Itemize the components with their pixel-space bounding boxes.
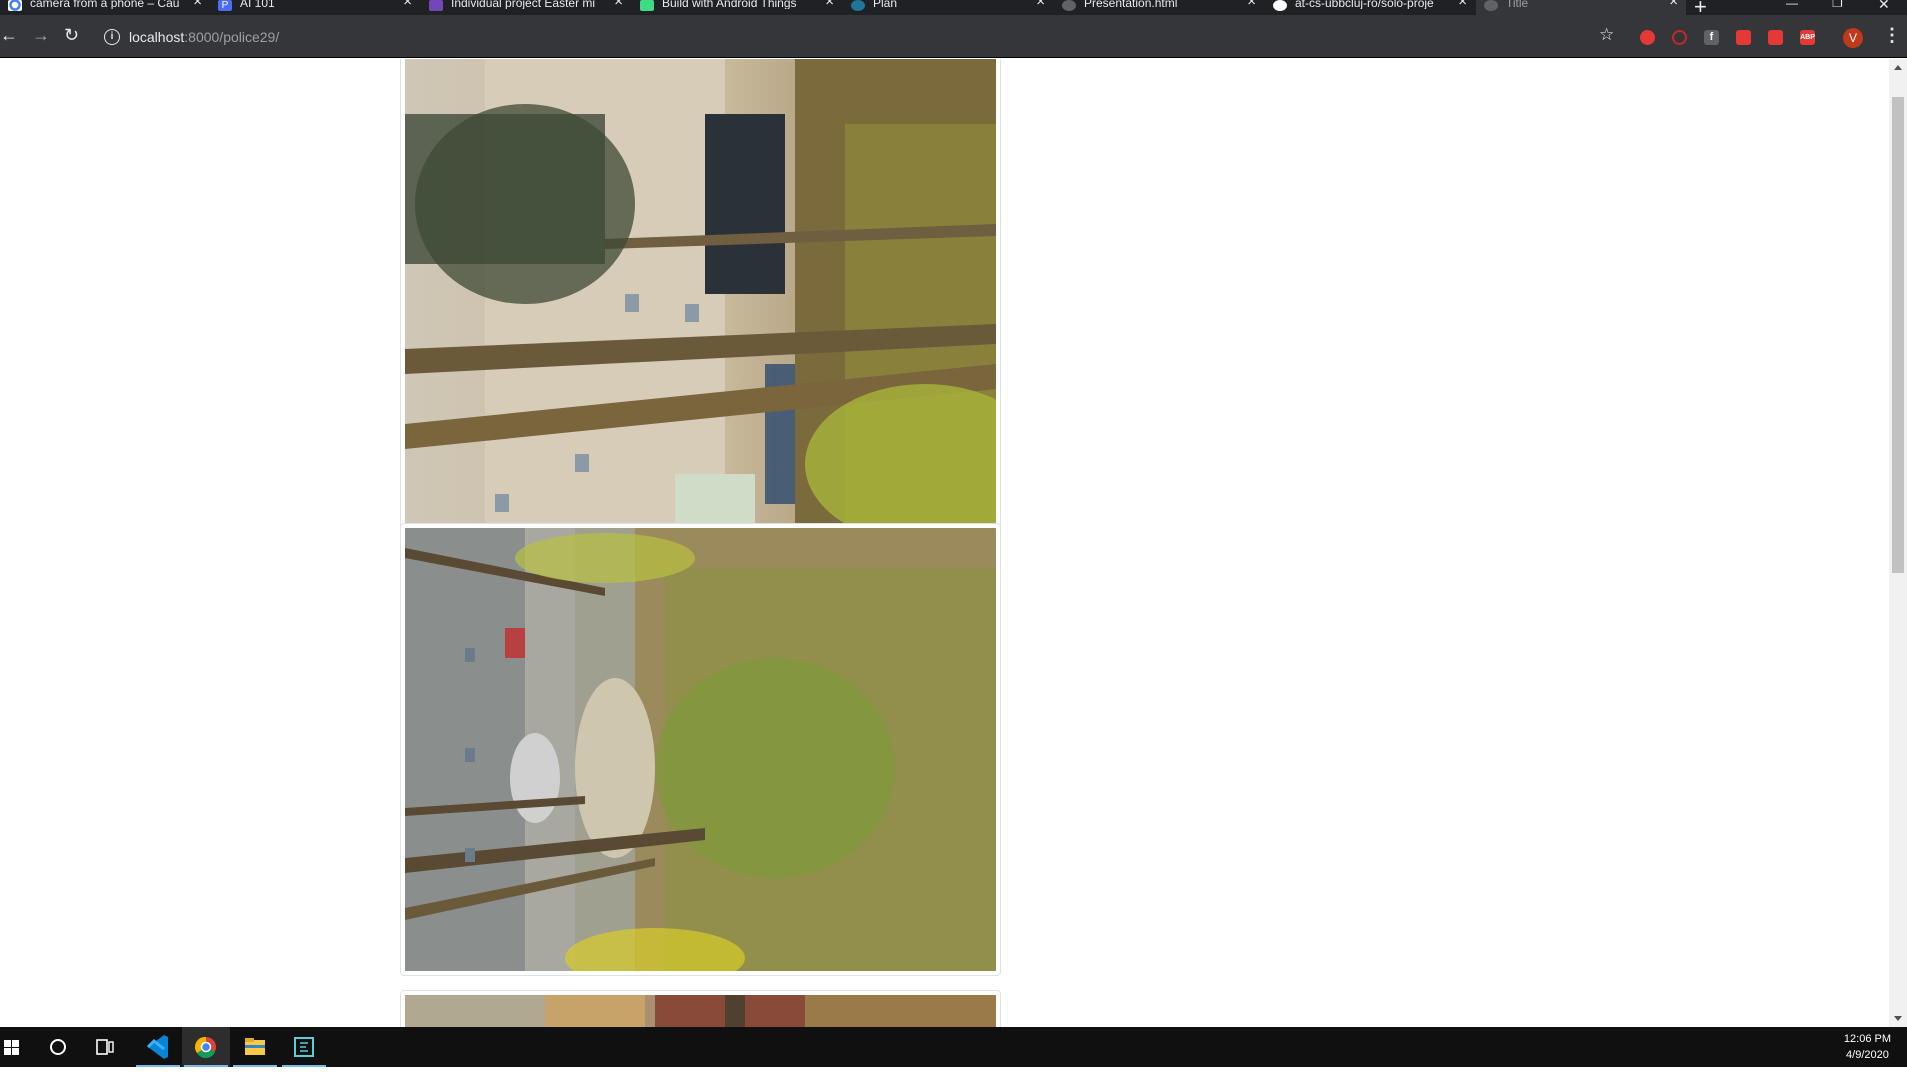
back-icon[interactable]: ← — [0, 25, 18, 45]
page-content — [0, 59, 1889, 1027]
tab-ai101[interactable]: P AI 101 × — [210, 0, 420, 15]
tab-plan[interactable]: Plan × — [843, 0, 1053, 15]
address-bar[interactable]: localhost:8000/police29/ — [129, 29, 279, 45]
close-icon[interactable]: × — [614, 0, 623, 9]
google-icon — [8, 0, 22, 11]
close-icon[interactable]: × — [1036, 0, 1045, 9]
wordpress-icon — [851, 0, 865, 11]
photo-card-2 — [400, 523, 1001, 976]
url-path: :8000/police29/ — [184, 29, 280, 45]
photo-2 — [405, 528, 996, 971]
file-explorer-icon[interactable] — [231, 1027, 279, 1067]
close-icon[interactable]: × — [403, 0, 412, 9]
adblock-extension-icon[interactable]: ABP — [1800, 30, 1815, 45]
tab-title-active[interactable]: Title × — [1476, 0, 1686, 15]
window-close-icon[interactable]: ✕ — [1878, 0, 1890, 13]
scroll-down-icon[interactable] — [1894, 1016, 1902, 1021]
page-scrollbar[interactable] — [1889, 59, 1907, 1027]
chrome-icon[interactable] — [182, 1027, 230, 1067]
photo-card-3 — [400, 990, 1001, 1027]
stop-extension-icon[interactable] — [1640, 30, 1655, 45]
tab-github[interactable]: at-cs-ubbcluj-ro/solo-proje × — [1265, 0, 1475, 15]
github-icon — [1273, 0, 1287, 11]
info-icon[interactable]: i — [104, 29, 120, 45]
minimize-icon[interactable]: — — [1786, 0, 1798, 10]
tab-presentation[interactable]: Presentation.html × — [1054, 0, 1264, 15]
system-clock[interactable]: 12:06 PM 4/9/2020 — [1844, 1031, 1891, 1063]
facebook-extension-icon[interactable]: f — [1704, 30, 1719, 45]
profile-avatar[interactable]: V — [1843, 28, 1863, 48]
tab-title: camera from a phone – Cau — [30, 0, 180, 9]
search-icon[interactable] — [38, 1027, 86, 1067]
scroll-up-icon[interactable] — [1894, 65, 1902, 70]
clock-time: 12:06 PM — [1843, 1033, 1891, 1045]
scroll-thumb[interactable] — [1892, 97, 1904, 573]
tab-title: Individual project Easter mi — [451, 0, 596, 9]
tab-camera[interactable]: camera from a phone – Cau × — [0, 0, 210, 15]
photo-3 — [405, 995, 996, 1027]
video-extension-icon[interactable] — [1736, 30, 1751, 45]
forms-icon — [429, 0, 443, 11]
photo-1 — [405, 59, 996, 559]
globe-icon — [1484, 0, 1498, 11]
photo-card-1 — [400, 59, 1001, 564]
reload-icon[interactable]: ↻ — [64, 25, 79, 45]
close-icon[interactable]: × — [1247, 0, 1256, 9]
restore-icon[interactable]: ❐ — [1832, 0, 1843, 10]
tab-title: Plan — [873, 0, 898, 9]
tab-individual-project[interactable]: Individual project Easter mi × — [421, 0, 631, 15]
close-icon[interactable]: × — [825, 0, 834, 9]
url-host: localhost — [129, 29, 185, 45]
tab-strip: camera from a phone – Cau × P AI 101 × I… — [0, 0, 1907, 15]
tab-title: Title — [1506, 0, 1529, 9]
close-icon[interactable]: × — [1669, 0, 1678, 9]
tab-title: AI 101 — [240, 0, 275, 9]
forward-icon[interactable]: → — [32, 25, 50, 45]
windows-taskbar: 12:06 PM 4/9/2020 — [0, 1027, 1907, 1067]
menu-kebab-icon[interactable]: ⋮ — [1883, 25, 1901, 46]
new-tab-button[interactable]: + — [1694, 0, 1707, 15]
globe-icon — [1062, 0, 1076, 11]
tab-title: Presentation.html — [1084, 0, 1178, 9]
task-view-icon[interactable] — [83, 1027, 131, 1067]
tab-title: Build with Android Things — [662, 0, 797, 9]
p-icon: P — [218, 0, 232, 11]
bookmark-star-icon[interactable]: ☆ — [1599, 25, 1614, 45]
tab-android-things[interactable]: Build with Android Things × — [632, 0, 842, 15]
clock-date: 4/9/2020 — [1846, 1049, 1889, 1061]
browser-toolbar: ← → ↻ i localhost:8000/police29/ ☆ f ABP… — [0, 15, 1907, 58]
vscode-icon[interactable] — [134, 1027, 182, 1067]
close-icon[interactable]: × — [193, 0, 202, 9]
pdf-extension-icon[interactable] — [1768, 30, 1783, 45]
no-sign-extension-icon[interactable] — [1672, 30, 1687, 45]
android-icon — [640, 0, 654, 11]
close-icon[interactable]: × — [1458, 0, 1467, 9]
terminal-icon[interactable] — [280, 1027, 328, 1067]
tab-title: at-cs-ubbcluj-ro/solo-proje — [1295, 0, 1434, 9]
